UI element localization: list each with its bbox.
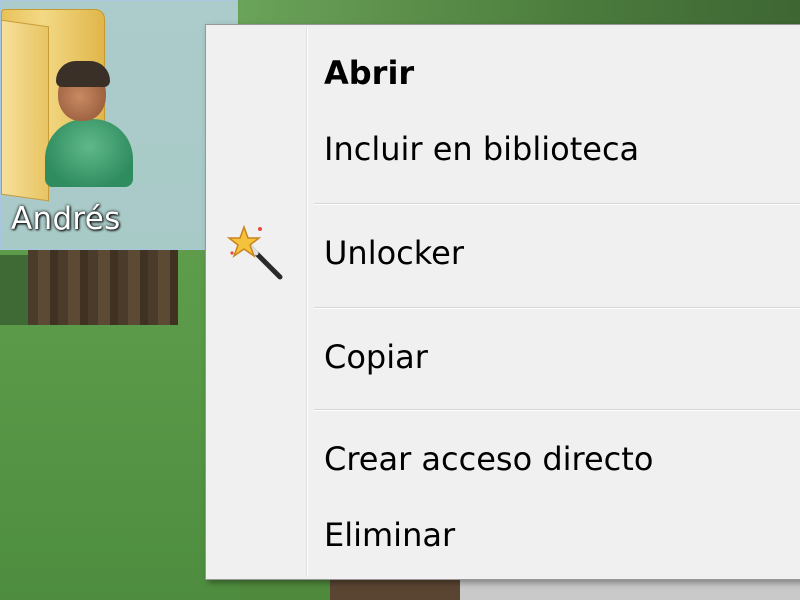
menu-item-crear-acceso-directo[interactable]: Crear acceso directo bbox=[208, 423, 800, 495]
menu-item-label: Crear acceso directo bbox=[324, 440, 654, 478]
menu-separator bbox=[314, 203, 800, 205]
background-trunk bbox=[28, 250, 178, 325]
menu-item-unlocker[interactable]: Unlocker bbox=[208, 217, 800, 289]
menu-item-label: Abrir bbox=[324, 54, 415, 92]
background-dirt bbox=[330, 580, 460, 600]
user-folder-icon bbox=[1, 1, 133, 202]
menu-item-eliminar[interactable]: Eliminar bbox=[208, 499, 800, 571]
context-menu: Abrir Incluir en biblioteca Unlocker Cop… bbox=[205, 24, 800, 580]
menu-separator bbox=[314, 409, 800, 411]
desktop-background-top bbox=[240, 0, 800, 26]
menu-item-label: Unlocker bbox=[324, 234, 464, 272]
menu-item-label: Eliminar bbox=[324, 516, 456, 554]
menu-item-copiar[interactable]: Copiar bbox=[208, 321, 800, 393]
menu-item-label: Copiar bbox=[324, 338, 428, 376]
desktop-icon-label: Andrés bbox=[11, 201, 121, 237]
menu-separator bbox=[314, 307, 800, 309]
background-stone bbox=[460, 580, 800, 600]
background-shadow bbox=[0, 255, 28, 325]
menu-item-incluir-en-biblioteca[interactable]: Incluir en biblioteca bbox=[208, 113, 800, 185]
menu-item-label: Incluir en biblioteca bbox=[324, 130, 640, 168]
magic-wand-icon bbox=[226, 224, 283, 280]
menu-item-abrir[interactable]: Abrir bbox=[208, 37, 800, 109]
desktop-folder-icon-selected[interactable]: Andrés bbox=[0, 0, 238, 250]
